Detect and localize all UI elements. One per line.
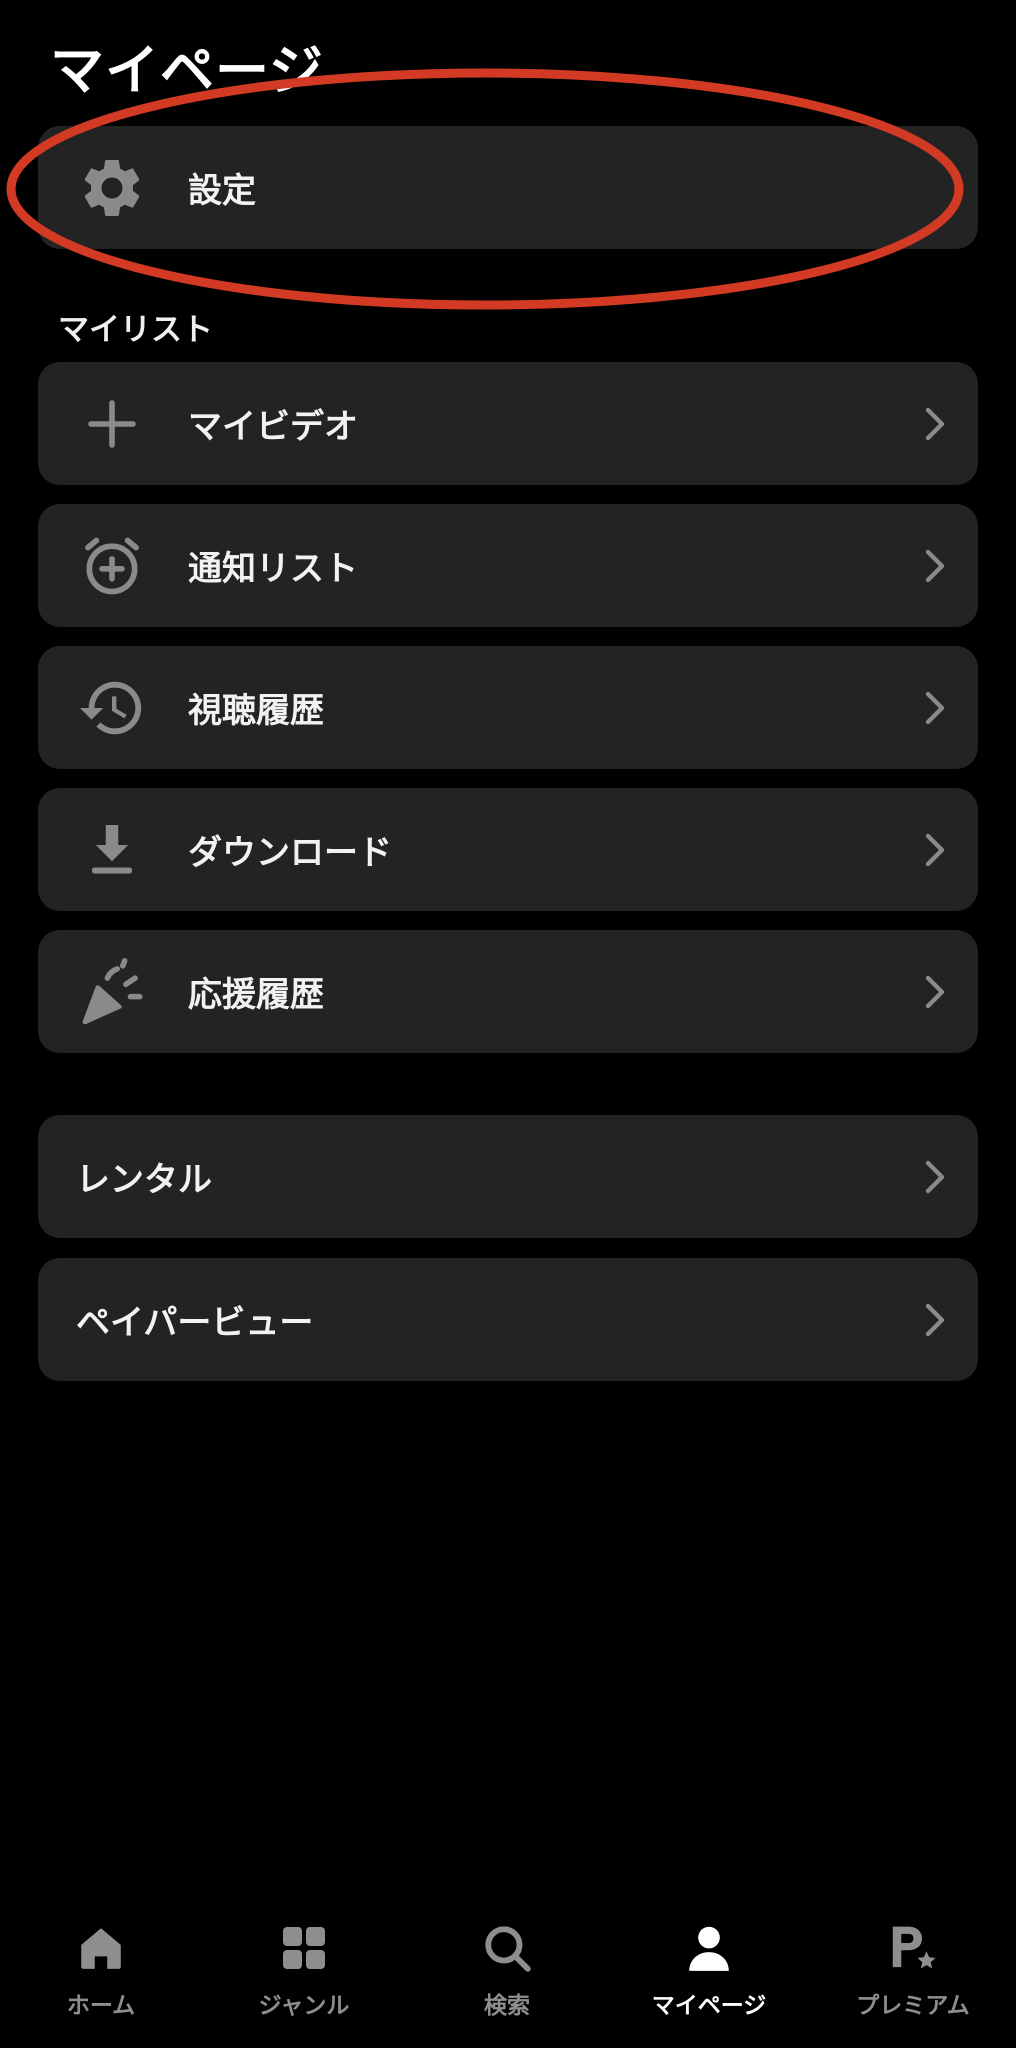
premium-p-star-icon bbox=[885, 1920, 941, 1976]
tab-label: マイページ bbox=[651, 1993, 767, 2019]
mylist-item-my-video[interactable]: マイビデオ bbox=[38, 362, 978, 485]
rental-label: レンタル bbox=[76, 1160, 212, 1200]
chevron-right-icon bbox=[925, 549, 945, 582]
page-title: マイページ bbox=[50, 39, 324, 102]
tab-premium[interactable]: プレミアム bbox=[838, 1920, 988, 2030]
history-icon bbox=[72, 668, 152, 748]
mylist-item-support-history[interactable]: 応援履歴 bbox=[38, 930, 978, 1053]
person-icon bbox=[681, 1920, 737, 1976]
plus-icon bbox=[72, 384, 152, 464]
tab-genre[interactable]: ジャンル bbox=[229, 1920, 379, 2030]
settings-button[interactable]: 設定 bbox=[38, 126, 978, 249]
bottom-tab-bar: ホーム ジャンル 検索 マイページ プレミアム bbox=[0, 1900, 1016, 2048]
mylist-item-label: 視聴履歴 bbox=[188, 691, 324, 731]
tab-search[interactable]: 検索 bbox=[432, 1920, 582, 2030]
grid-icon bbox=[276, 1920, 332, 1976]
download-icon bbox=[72, 810, 152, 890]
mylist-item-watch-history[interactable]: 視聴履歴 bbox=[38, 646, 978, 769]
mylist-item-notification-list[interactable]: 通知リスト bbox=[38, 504, 978, 627]
gear-icon bbox=[72, 148, 152, 228]
tab-label: プレミアム bbox=[856, 1993, 970, 2019]
chevron-right-icon bbox=[925, 691, 945, 724]
tab-label: ホーム bbox=[66, 1993, 136, 2019]
pay-per-view-item[interactable]: ペイパービュー bbox=[38, 1258, 978, 1381]
chevron-right-icon bbox=[925, 407, 945, 440]
chevron-right-icon bbox=[925, 1303, 945, 1336]
home-icon bbox=[73, 1920, 129, 1976]
chevron-right-icon bbox=[925, 833, 945, 866]
pay-per-view-label: ペイパービュー bbox=[76, 1303, 314, 1343]
alarm-add-icon bbox=[72, 526, 152, 606]
mylist-item-label: 通知リスト bbox=[188, 549, 358, 589]
tab-home[interactable]: ホーム bbox=[26, 1920, 176, 2030]
mylist-item-download[interactable]: ダウンロード bbox=[38, 788, 978, 911]
tab-label: ジャンル bbox=[258, 1993, 350, 2019]
rental-item[interactable]: レンタル bbox=[38, 1115, 978, 1238]
mylist-item-label: 応援履歴 bbox=[188, 975, 324, 1015]
settings-label: 設定 bbox=[188, 171, 256, 211]
tab-label: 検索 bbox=[484, 1993, 530, 2019]
tab-my-page[interactable]: マイページ bbox=[634, 1920, 784, 2030]
party-popper-icon bbox=[72, 952, 152, 1032]
chevron-right-icon bbox=[925, 1160, 945, 1193]
search-icon bbox=[479, 1920, 535, 1976]
mylist-section-title: マイリスト bbox=[58, 312, 213, 348]
mylist-item-label: ダウンロード bbox=[188, 833, 392, 873]
chevron-right-icon bbox=[925, 975, 945, 1008]
mylist-item-label: マイビデオ bbox=[188, 407, 358, 447]
